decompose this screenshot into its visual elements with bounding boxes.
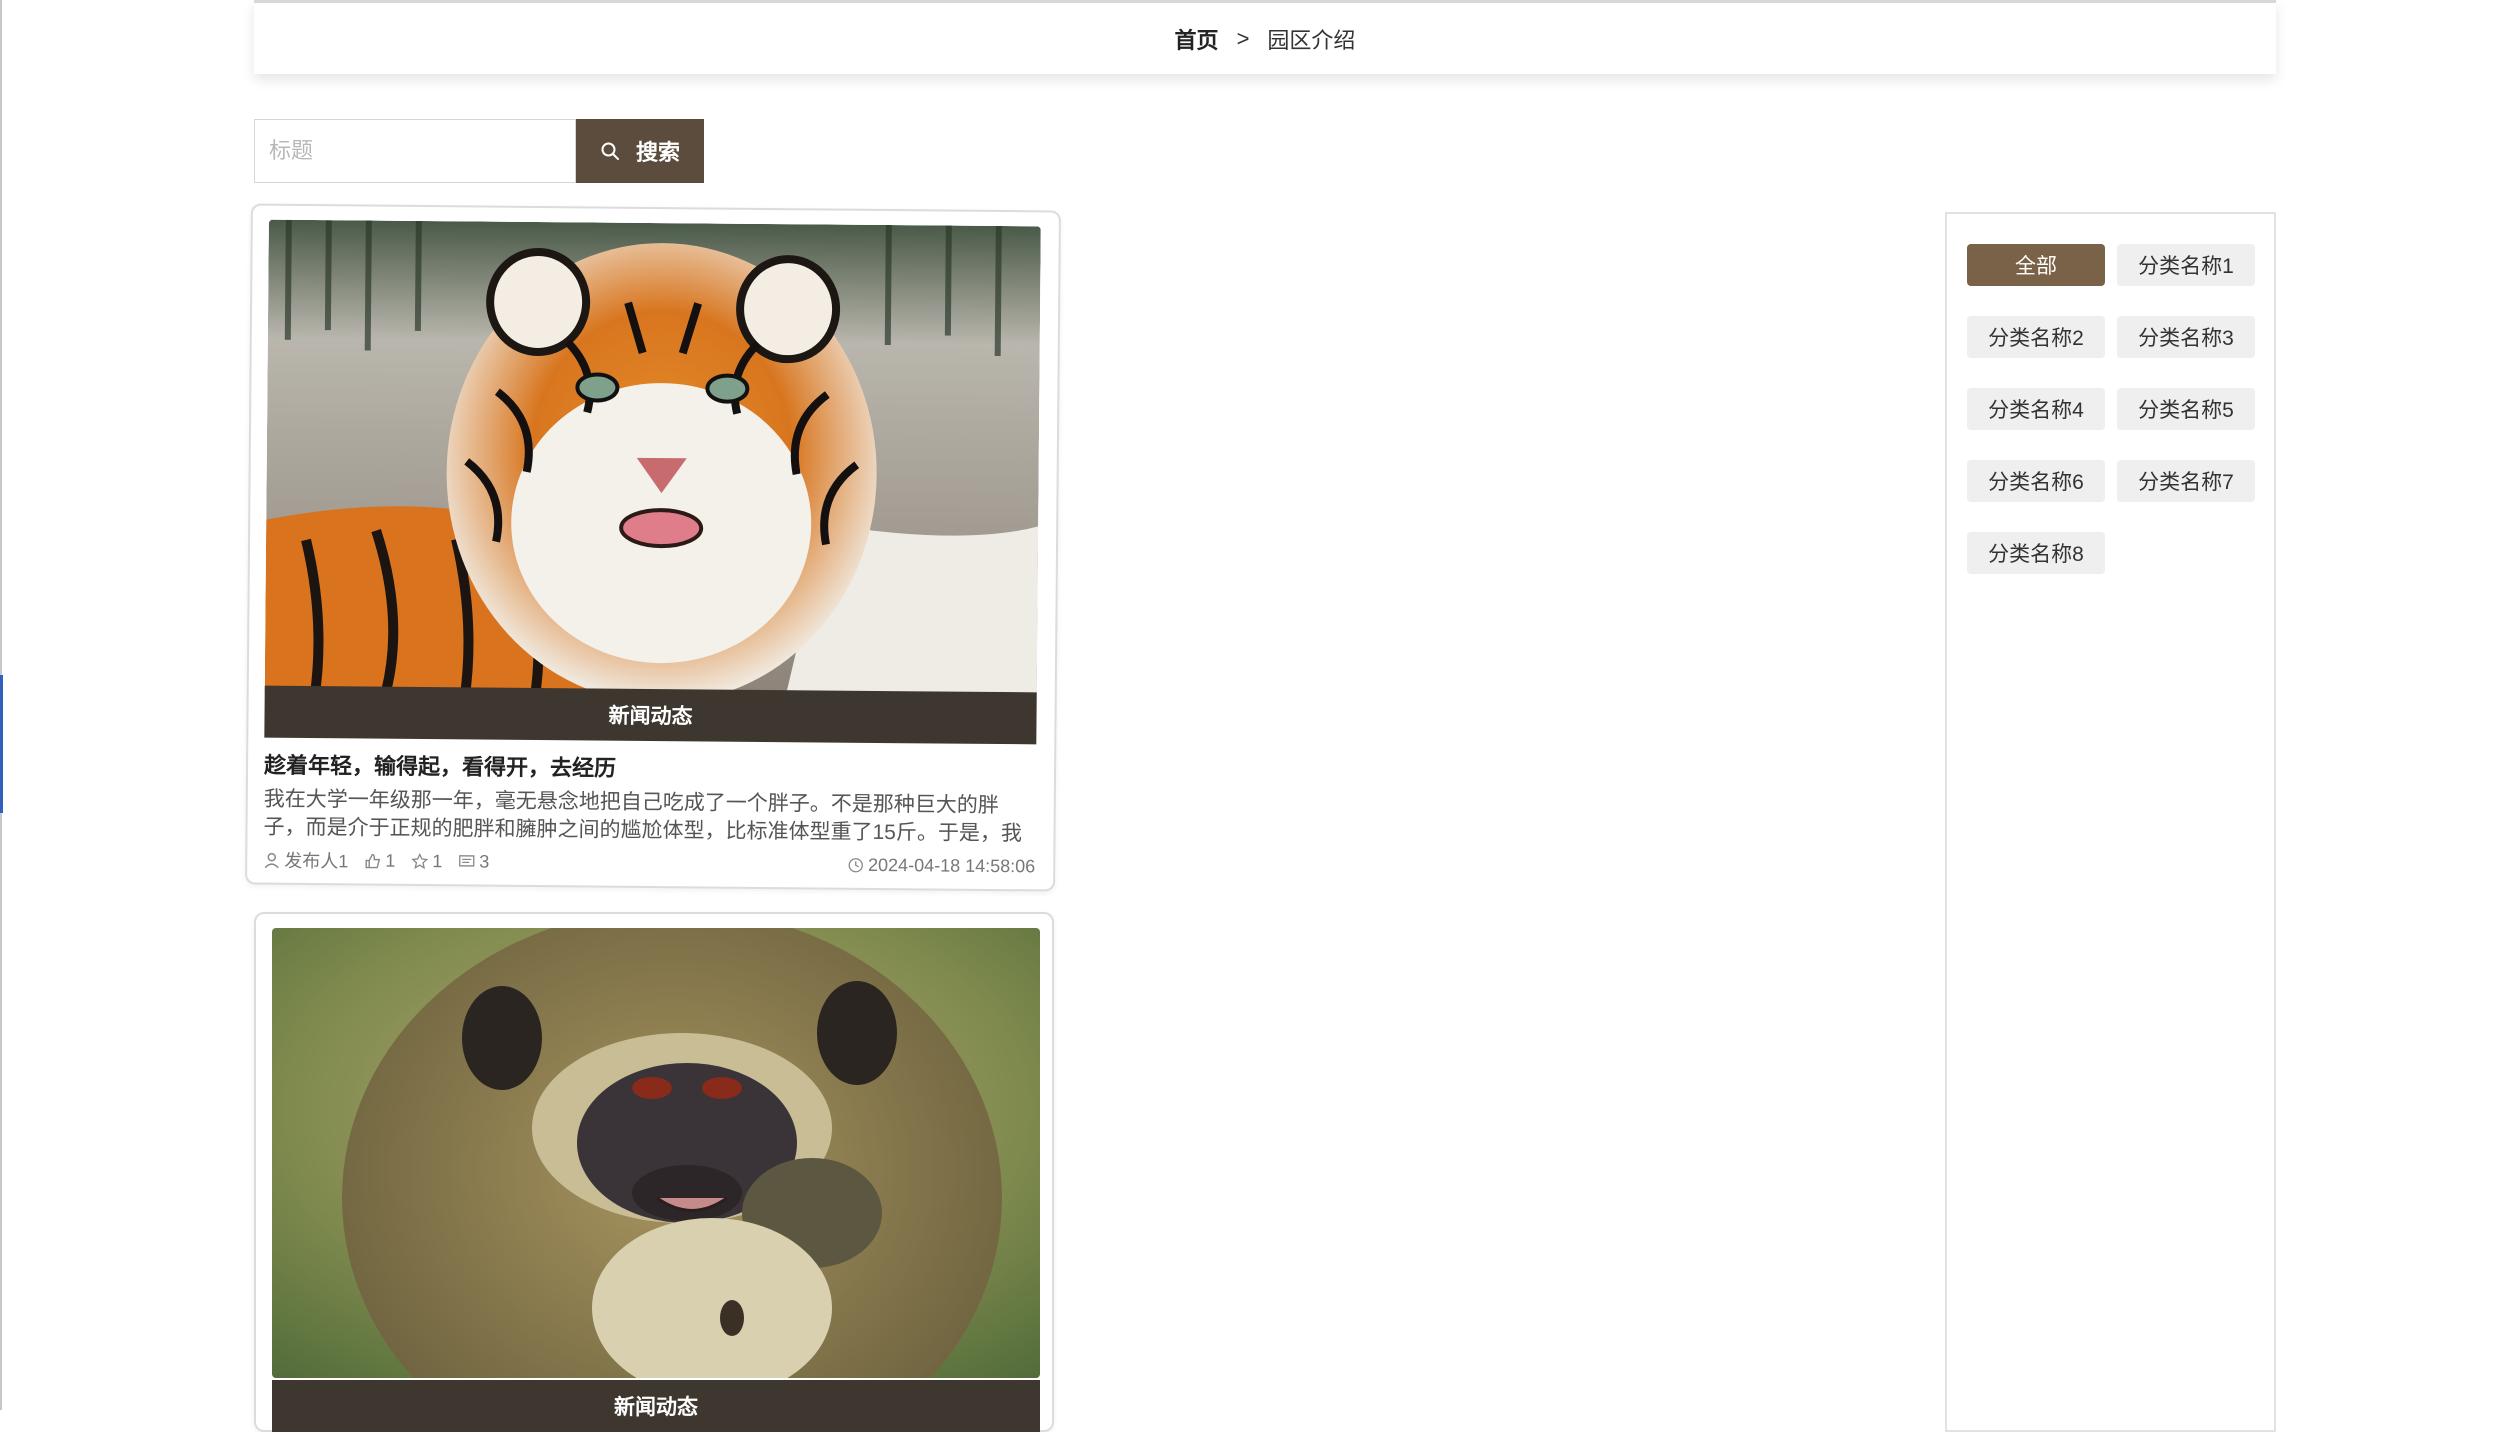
search-icon (600, 141, 620, 161)
comment-icon (458, 853, 475, 870)
category-7[interactable]: 分类名称7 (2117, 460, 2255, 502)
comments-meta: 3 (458, 851, 489, 872)
breadcrumb-separator: > (1237, 26, 1250, 52)
breadcrumb-current: 园区介绍 (1267, 23, 1355, 55)
card-category: 新闻动态 (264, 686, 1036, 745)
category-all[interactable]: 全部 (1967, 244, 2105, 286)
search-input[interactable] (254, 119, 576, 183)
card-category: 新闻动态 (272, 1380, 1040, 1432)
category-2[interactable]: 分类名称2 (1967, 316, 2105, 358)
category-4[interactable]: 分类名称4 (1967, 388, 2105, 430)
time-meta: 2024-04-18 14:58:06 (847, 854, 1035, 877)
likes-meta: 1 (364, 850, 395, 871)
card-image-tiger (265, 220, 1041, 703)
breadcrumb: 首页 > 园区介绍 (254, 0, 2276, 74)
news-card[interactable]: 新闻动态 (254, 912, 1054, 1432)
search-button-label: 搜索 (636, 135, 680, 167)
card-description: 我在大学一年级那一年，毫无悬念地把自己吃成了一个胖子。不是那种巨大的胖子，而是介… (263, 786, 1035, 849)
card-title[interactable]: 趁着年轻，输得起，看得开，去经历 (264, 748, 1034, 787)
category-3[interactable]: 分类名称3 (2117, 316, 2255, 358)
author-meta: 发布人1 (263, 847, 348, 874)
star-icon (411, 852, 428, 869)
category-8[interactable]: 分类名称8 (1967, 532, 2105, 574)
card-likes: 1 (385, 850, 395, 871)
card-image-monkey (272, 928, 1040, 1378)
search-button[interactable]: 搜索 (576, 119, 704, 183)
clock-icon (847, 856, 864, 873)
news-card[interactable]: 新闻动态 趁着年轻，输得起，看得开，去经历 我在大学一年级那一年，毫无悬念地把自… (245, 203, 1061, 891)
card-author: 发布人1 (284, 847, 348, 874)
card-comments: 3 (479, 851, 489, 872)
category-6[interactable]: 分类名称6 (1967, 460, 2105, 502)
category-panel: 全部 分类名称1 分类名称2 分类名称3 分类名称4 分类名称5 分类名称6 分… (1945, 212, 2276, 1432)
favorites-meta: 1 (411, 850, 442, 871)
user-icon (263, 851, 280, 868)
thumbs-up-icon (364, 852, 381, 869)
breadcrumb-home-link[interactable]: 首页 (1175, 23, 1219, 55)
card-favorites: 1 (432, 851, 442, 872)
category-1[interactable]: 分类名称1 (2117, 244, 2255, 286)
card-meta: 发布人1 1 1 3 2024-04-18 14:58:06 (263, 846, 1035, 881)
side-indicator (0, 675, 3, 813)
category-5[interactable]: 分类名称5 (2117, 388, 2255, 430)
card-time: 2024-04-18 14:58:06 (868, 854, 1035, 876)
